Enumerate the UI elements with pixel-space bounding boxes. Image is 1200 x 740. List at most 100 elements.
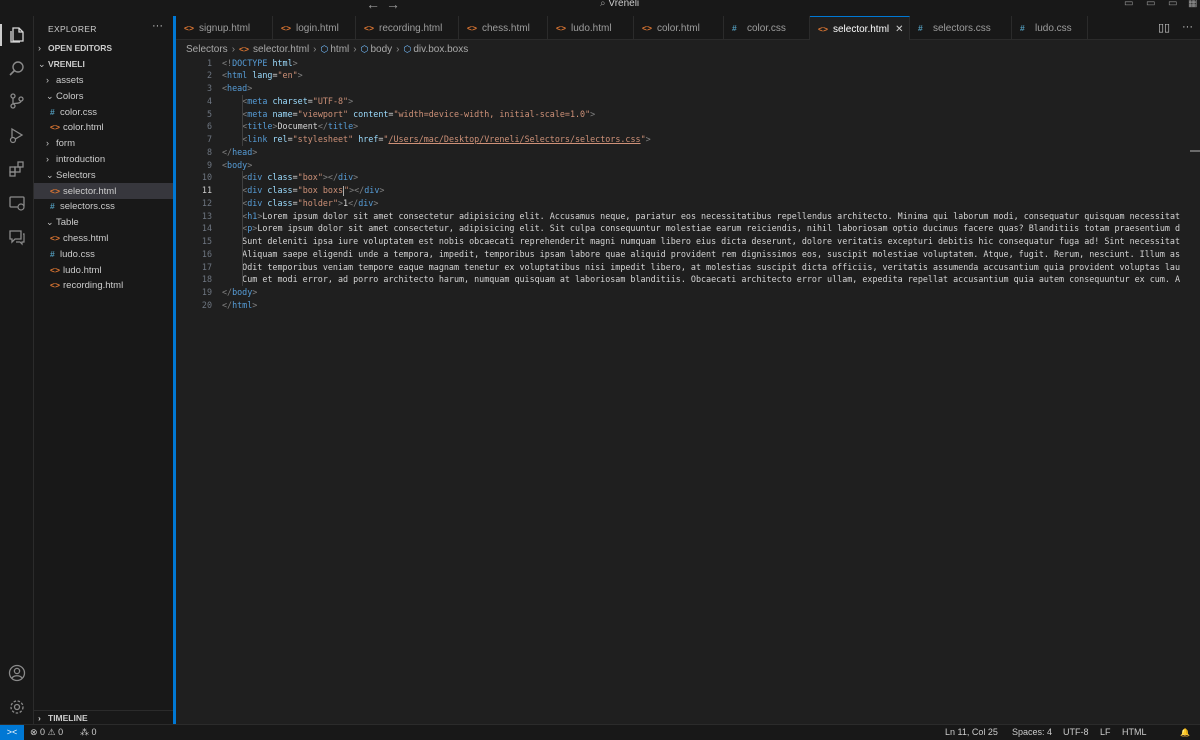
chevron-down-icon: ⌄ <box>46 169 54 180</box>
tab-chess-html[interactable]: <> chess.html <box>459 16 548 40</box>
tree-item-label: selectors.css <box>60 201 115 213</box>
file-item[interactable]: # color.css <box>34 104 173 120</box>
file-item[interactable]: <> chess.html <box>34 230 173 246</box>
problems-indicator[interactable]: ⊗ 0 ⚠ 0 <box>30 725 63 740</box>
code-token: Aliquam saepe eligendi unde a tempora, i… <box>222 248 1181 259</box>
code-token: div <box>364 185 380 195</box>
tab-label: color.css <box>747 23 786 34</box>
chevron-down-icon: ⌄ <box>38 59 46 69</box>
code-token: title <box>247 121 273 132</box>
folder-item[interactable]: › assets <box>34 72 173 88</box>
more-actions-icon[interactable]: ··· <box>1182 21 1193 33</box>
file-item[interactable]: # ludo.css <box>34 246 173 262</box>
language-mode[interactable]: HTML <box>1122 725 1147 740</box>
remote-indicator[interactable]: >< <box>0 725 24 740</box>
code-line: <html lang="en"> <box>222 69 303 82</box>
code-token: class <box>267 172 293 183</box>
status-bar: >< ⊗ 0 ⚠ 0 ⁂ 0 Ln 11, Col 25 Spaces: 4 U… <box>0 724 1200 740</box>
breadcrumb-item[interactable]: selector.html <box>253 44 309 55</box>
more-actions-icon[interactable]: ··· <box>152 20 163 32</box>
tree-item-label: recording.html <box>63 280 124 292</box>
file-item[interactable]: <> color.html <box>34 119 173 135</box>
customize-layout-icon[interactable]: ▦ <box>1188 0 1197 9</box>
file-item[interactable]: <> recording.html <box>34 277 173 293</box>
tab-color-css[interactable]: # color.css <box>724 16 810 40</box>
tree-item-label: color.html <box>63 122 104 134</box>
file-item[interactable]: <> ludo.html <box>34 262 173 278</box>
tab-selector-html[interactable]: <> selector.html ✕ <box>810 16 910 40</box>
tab-label: selector.html <box>833 24 890 35</box>
tree-item-label: ludo.html <box>63 264 102 276</box>
explorer-sidebar: EXPLORER ··· › OPEN EDITORS ⌄ VRENELI › ass… <box>34 16 173 724</box>
remote-explorer-icon[interactable] <box>6 192 28 214</box>
back-arrow-icon[interactable]: ← <box>366 0 380 12</box>
css-file-icon: # <box>732 23 737 33</box>
folder-item[interactable]: › form <box>34 135 173 151</box>
tab-ludo-css[interactable]: # ludo.css <box>1012 16 1088 40</box>
code-token: "stylesheet" <box>292 134 359 144</box>
code-token: > <box>252 299 258 310</box>
run-debug-icon[interactable] <box>6 124 28 146</box>
toggle-secondary-sidebar-icon[interactable]: ▭ <box>1168 0 1177 9</box>
forward-arrow-icon[interactable]: → <box>386 0 400 12</box>
line-number: 11 <box>201 185 212 195</box>
notifications-bell-icon[interactable]: 🔔 <box>1180 725 1190 740</box>
chevron-right-icon: › <box>38 713 41 723</box>
breadcrumb-item[interactable]: div.box.boxs <box>413 44 468 55</box>
code-line: <body> <box>222 159 252 172</box>
breadcrumb-item[interactable]: body <box>370 44 392 55</box>
workspace-root[interactable]: ⌄ VRENELI <box>34 56 173 72</box>
html-file-icon: <> <box>50 122 60 133</box>
encoding[interactable]: UTF-8 <box>1063 725 1089 740</box>
cursor-position[interactable]: Ln 11, Col 25 <box>945 725 998 740</box>
search-icon[interactable] <box>6 58 28 80</box>
file-item[interactable]: # selectors.css <box>34 198 173 214</box>
breadcrumb-item[interactable]: html <box>330 44 349 55</box>
code-token: head <box>227 83 248 93</box>
end-of-line[interactable]: LF <box>1100 725 1111 740</box>
title-bar: ← → ⌕ Vreneli ▭ ▭ ▭ ▦ <box>0 0 1200 16</box>
timeline-section[interactable]: › TIMELINE <box>34 710 173 724</box>
tab-signup-html[interactable]: <> signup.html <box>176 16 273 40</box>
folder-item[interactable]: ⌄ Selectors <box>34 167 173 183</box>
chat-icon[interactable] <box>6 226 28 248</box>
code-token: html <box>272 57 293 68</box>
split-editor-icon[interactable]: ▯▯ <box>1158 21 1170 34</box>
code-token: "holder" <box>297 197 338 208</box>
file-item[interactable]: <> selector.html <box>34 182 173 199</box>
code-line: <head> <box>222 82 252 95</box>
code-editor[interactable]: 1 2 3 4 5 6 7 8 9 10 11 12 13 14 15 16 17 18 19 20 <!DOCTYP… <box>176 56 1200 724</box>
extensions-icon[interactable] <box>6 158 28 180</box>
gear-icon[interactable] <box>6 696 28 718</box>
line-number: 3 <box>206 83 212 93</box>
source-control-icon[interactable] <box>6 90 28 112</box>
files-icon[interactable] <box>6 24 28 46</box>
toggle-primary-sidebar-icon[interactable]: ▭ <box>1124 0 1133 9</box>
tab-label: selectors.css <box>933 23 991 34</box>
code-line: Odit temporibus veniam tempore eaque mag… <box>222 261 1180 274</box>
tab-ludo-html[interactable]: <> ludo.html <box>548 16 634 40</box>
line-number: 8 <box>206 146 212 157</box>
account-icon[interactable] <box>6 662 28 684</box>
close-icon[interactable]: ✕ <box>895 24 903 35</box>
tab-recording-html[interactable]: <> recording.html <box>356 16 459 40</box>
code-line: <!DOCTYPE html> <box>222 57 298 70</box>
line-number: 4 <box>206 95 212 106</box>
toggle-panel-icon[interactable]: ▭ <box>1146 0 1155 9</box>
tab-login-html[interactable]: <> login.html <box>273 16 356 40</box>
line-number: 20 <box>201 299 212 310</box>
command-center[interactable]: ⌕ Vreneli <box>600 0 639 10</box>
tab-color-html[interactable]: <> color.html <box>634 16 724 40</box>
ports-indicator[interactable]: ⁂ 0 <box>80 725 97 740</box>
folder-item[interactable]: ⌄ Colors <box>34 88 173 104</box>
folder-item[interactable]: ⌄ Table <box>34 214 173 230</box>
html-file-icon: <> <box>556 23 566 33</box>
breadcrumb-item[interactable]: Selectors <box>186 44 228 55</box>
indentation[interactable]: Spaces: 4 <box>1012 725 1052 740</box>
open-editors-section[interactable]: › OPEN EDITORS <box>34 40 173 56</box>
folder-item[interactable]: › introduction <box>34 151 173 167</box>
tab-bar: ▯▯ ··· <> signup.html <> login.html <> record… <box>176 16 1200 40</box>
tab-selectors-css[interactable]: # selectors.css <box>910 16 1012 40</box>
code-token: div <box>338 172 354 183</box>
code-token: "box" <box>297 172 323 183</box>
